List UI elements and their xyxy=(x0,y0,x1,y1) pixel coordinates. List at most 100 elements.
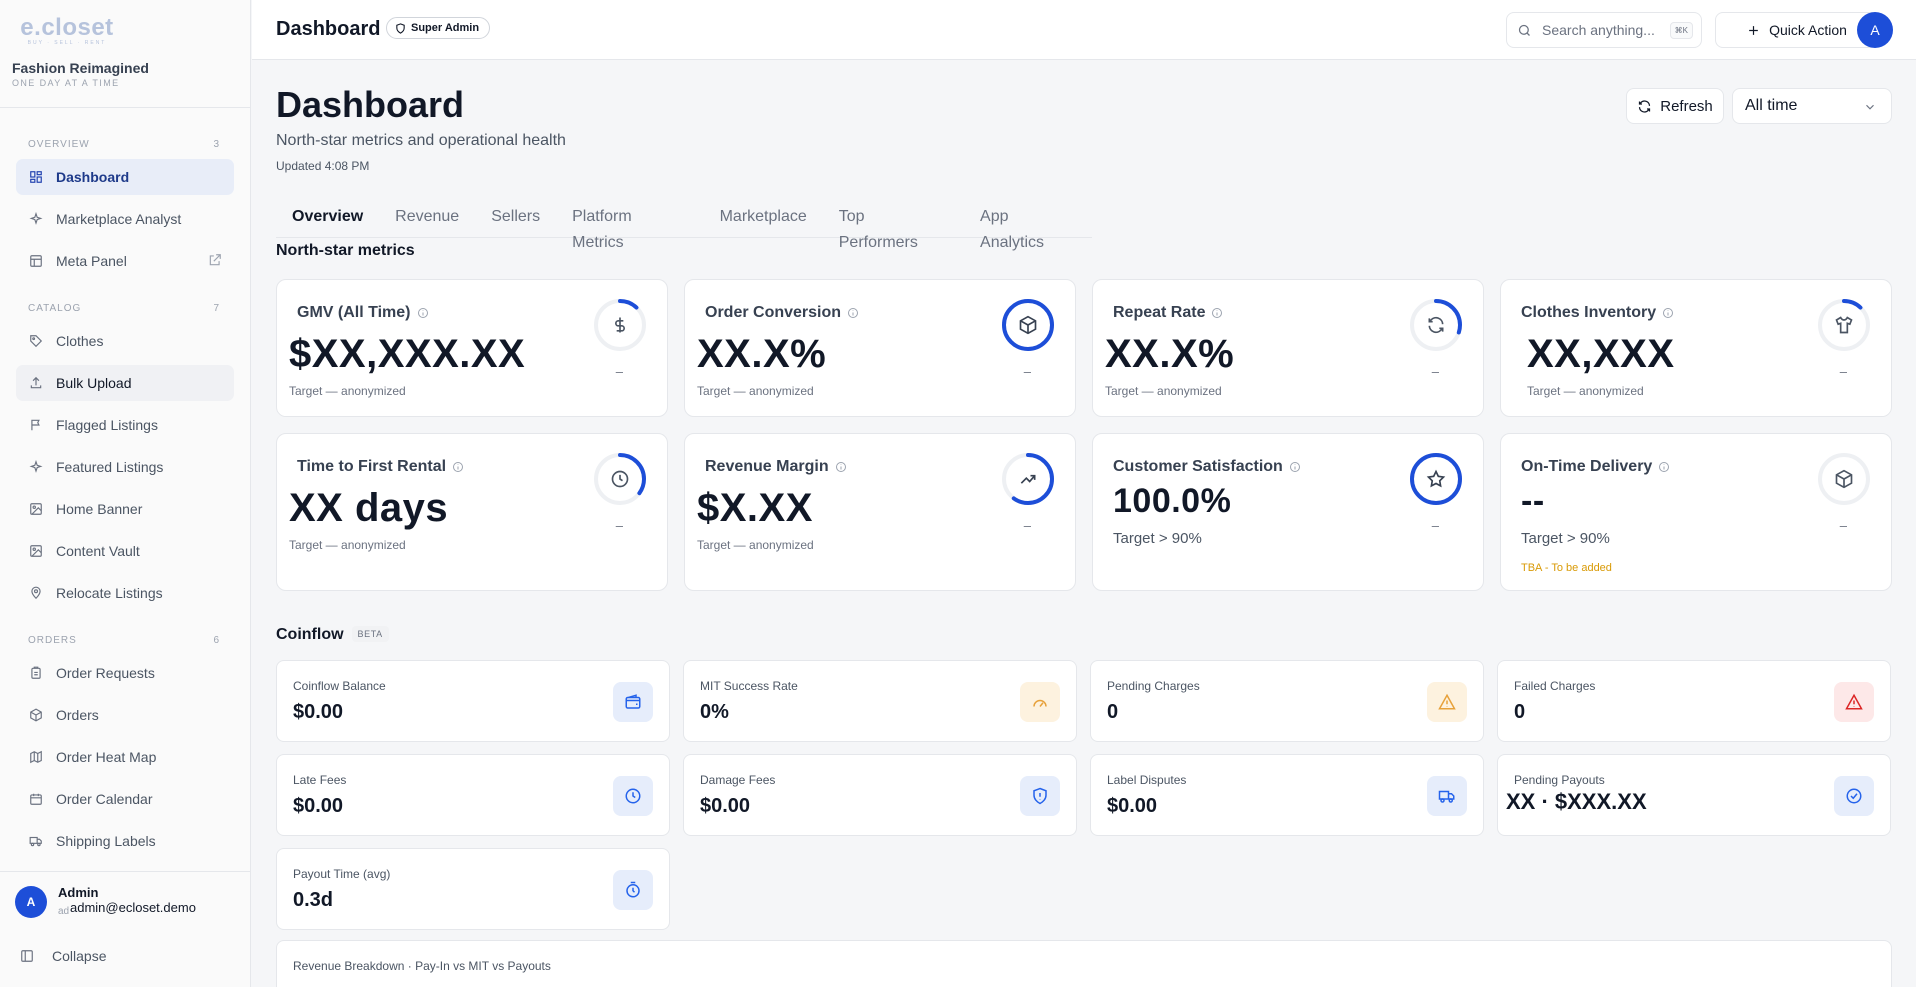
wallet-icon xyxy=(613,682,653,722)
section-head-catalog: CATALOG 7 xyxy=(28,302,220,314)
coinflow-card-label-disputes[interactable]: Label Disputes $0.00 xyxy=(1090,754,1484,836)
tab-overview[interactable]: Overview xyxy=(276,204,379,237)
dollar-icon xyxy=(610,315,630,335)
coinflow-card-failed-charges[interactable]: Failed Charges 0 xyxy=(1497,660,1891,742)
metric-card-revenue-margin[interactable]: Revenue Margin $X.XX Target — anonymized… xyxy=(684,433,1076,591)
timer-icon xyxy=(613,870,653,910)
tab-platform-metrics[interactable]: Platform Metrics xyxy=(556,204,703,251)
shirt-icon xyxy=(1834,315,1854,335)
coinflow-card-balance[interactable]: Coinflow Balance $0.00 xyxy=(276,660,670,742)
metric-card-order-conversion[interactable]: Order Conversion XX.X% Target — anonymiz… xyxy=(684,279,1076,417)
metric-card-on-time-delivery[interactable]: On-Time Delivery -- Target > 90% TBA - T… xyxy=(1500,433,1892,591)
metric-card-gmv[interactable]: GMV (All Time) $XX,XXX.XX Target — anony… xyxy=(276,279,668,417)
info-icon[interactable] xyxy=(1662,307,1674,319)
star-icon xyxy=(1426,469,1446,489)
sidebar-item-label: Meta Panel xyxy=(56,253,127,269)
tab-sellers[interactable]: Sellers xyxy=(475,204,556,237)
metric-value: 100.0% xyxy=(1113,482,1232,520)
info-icon[interactable] xyxy=(452,461,464,473)
sidebar-item-label: Order Calendar xyxy=(56,791,153,807)
coinflow-card-mit-success[interactable]: MIT Success Rate 0% xyxy=(683,660,1077,742)
sidebar-item-label: Order Heat Map xyxy=(56,749,157,765)
brand-title: Fashion Reimagined xyxy=(12,60,149,76)
sidebar-item-content-vault[interactable]: Content Vault xyxy=(16,533,234,569)
time-range-select[interactable]: All time xyxy=(1732,88,1892,124)
revenue-breakdown-title: Revenue Breakdown · Pay-In vs MIT vs Pay… xyxy=(293,959,551,973)
logo[interactable]: e.closet BUY · SELL · RENT xyxy=(12,14,122,46)
sparkles-icon xyxy=(28,211,44,227)
sidebar-item-label: Orders xyxy=(56,707,99,723)
coinflow-card-late-fees[interactable]: Late Fees $0.00 xyxy=(276,754,670,836)
metric-value: -- xyxy=(1521,482,1545,520)
user-block[interactable]: A Admin ad admin@ecloset.demo xyxy=(0,871,251,933)
external-link-icon xyxy=(208,253,222,267)
card-edge-mask xyxy=(1761,410,1891,416)
sidebar-item-relocate-listings[interactable]: Relocate Listings xyxy=(16,575,234,611)
coinflow-card-pending-payouts[interactable]: Pending Payouts XX · $XXX.XX xyxy=(1497,754,1891,836)
metric-card-customer-satisfaction[interactable]: Customer Satisfaction 100.0% Target > 90… xyxy=(1092,433,1484,591)
tab-top-performers[interactable]: Top Performers xyxy=(823,204,964,251)
package-icon xyxy=(1834,469,1854,489)
check-circle-icon xyxy=(1834,776,1874,816)
sidebar-item-marketplace-analyst[interactable]: Marketplace Analyst xyxy=(16,201,234,237)
image-icon xyxy=(28,501,44,517)
info-icon[interactable] xyxy=(835,461,847,473)
tab-app-analytics[interactable]: App Analytics xyxy=(964,204,1092,251)
sidebar-item-shipping-labels[interactable]: Shipping Labels xyxy=(16,823,234,859)
package-icon xyxy=(1018,315,1038,335)
sidebar-item-meta-panel[interactable]: Meta Panel xyxy=(16,243,234,279)
metric-target: Target — anonymized xyxy=(697,384,814,398)
tab-marketplace[interactable]: Marketplace xyxy=(704,204,823,237)
image-icon xyxy=(28,543,44,559)
metric-card-time-to-first-rental[interactable]: Time to First Rental XX days Target — an… xyxy=(276,433,668,591)
info-icon[interactable] xyxy=(1289,461,1301,473)
sidebar-item-clothes[interactable]: Clothes xyxy=(16,323,234,359)
info-icon[interactable] xyxy=(847,307,859,319)
sidebar-item-label: Order Requests xyxy=(56,665,155,681)
sidebar-collapse-icon xyxy=(20,949,34,963)
sidebar-item-featured-listings[interactable]: Featured Listings xyxy=(16,449,234,485)
user-avatar-button[interactable]: A xyxy=(1857,12,1893,48)
coinflow-card-pending-charges[interactable]: Pending Charges 0 xyxy=(1090,660,1484,742)
coinflow-title: Coinflow BETA xyxy=(276,626,389,644)
quick-action-button[interactable]: Quick Action xyxy=(1715,12,1879,48)
metric-trend: – xyxy=(615,364,623,379)
search-input[interactable]: Search anything... ⌘K xyxy=(1506,12,1702,48)
sidebar-item-order-calendar[interactable]: Order Calendar xyxy=(16,781,234,817)
sidebar-item-flagged-listings[interactable]: Flagged Listings xyxy=(16,407,234,443)
metric-card-repeat-rate[interactable]: Repeat Rate XX.X% Target — anonymized – xyxy=(1092,279,1484,417)
shield-alert-icon xyxy=(1020,776,1060,816)
last-updated: Updated 4:08 PM xyxy=(276,159,370,173)
sidebar-item-order-heat-map[interactable]: Order Heat Map xyxy=(16,739,234,775)
upload-icon xyxy=(28,375,44,391)
card-edge-mask xyxy=(277,410,572,416)
sidebar-item-bulk-upload[interactable]: Bulk Upload xyxy=(16,365,234,401)
info-icon[interactable] xyxy=(1658,461,1670,473)
sidebar: e.closet BUY · SELL · RENT Fashion Reima… xyxy=(0,0,251,987)
coinflow-card-payout-time[interactable]: Payout Time (avg) 0.3d xyxy=(276,848,670,930)
info-icon[interactable] xyxy=(1211,307,1223,319)
sidebar-item-home-banner[interactable]: Home Banner xyxy=(16,491,234,527)
map-icon xyxy=(28,749,44,765)
metric-trend: – xyxy=(1431,364,1439,379)
user-email: admin@ecloset.demo xyxy=(70,899,196,916)
truck-icon xyxy=(28,833,44,849)
coinflow-card-damage-fees[interactable]: Damage Fees $0.00 xyxy=(683,754,1077,836)
brand-block: e.closet BUY · SELL · RENT Fashion Reima… xyxy=(0,0,250,108)
sidebar-item-order-requests[interactable]: Order Requests xyxy=(16,655,234,691)
role-badge: Super Admin xyxy=(386,17,491,39)
refresh-button[interactable]: Refresh xyxy=(1626,88,1724,124)
metric-target: Target — anonymized xyxy=(289,538,406,552)
sidebar-item-label: Dashboard xyxy=(56,169,130,185)
refresh-icon xyxy=(1426,315,1446,335)
metric-target: Target > 90% xyxy=(1521,530,1610,547)
tab-revenue[interactable]: Revenue xyxy=(379,204,475,237)
metric-trend: – xyxy=(1023,364,1031,379)
metric-card-clothes-inventory[interactable]: Clothes Inventory XX,XXX Target — anonym… xyxy=(1500,279,1892,417)
metric-trend: – xyxy=(615,518,623,533)
sidebar-item-dashboard[interactable]: Dashboard xyxy=(16,159,234,195)
section-head-overview: OVERVIEW 3 xyxy=(28,138,220,150)
info-icon[interactable] xyxy=(417,307,429,319)
collapse-button[interactable]: Collapse xyxy=(20,948,106,964)
sidebar-item-orders[interactable]: Orders xyxy=(16,697,234,733)
